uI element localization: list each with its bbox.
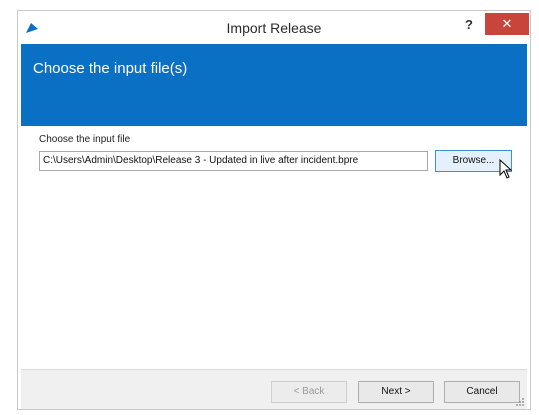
title-bar: Import Release ? ✕ [18, 11, 530, 43]
input-file-label: Choose the input file [39, 134, 131, 145]
close-button[interactable]: ✕ [485, 13, 529, 35]
next-button[interactable]: Next > [358, 381, 434, 403]
content-area: Choose the input file C:\Users\Admin\Des… [21, 126, 527, 369]
resize-grip-icon[interactable] [515, 397, 525, 407]
import-release-dialog: Import Release ? ✕ Choose the input file… [17, 10, 531, 410]
cancel-button[interactable]: Cancel [444, 381, 520, 403]
input-file-field[interactable]: C:\Users\Admin\Desktop\Release 3 - Updat… [39, 151, 428, 171]
back-button[interactable]: < Back [271, 381, 347, 403]
help-button[interactable]: ? [459, 15, 479, 35]
banner-title: Choose the input file(s) [33, 60, 188, 77]
mouse-pointer-icon [499, 159, 513, 179]
footer-bar: < Back Next > Cancel [21, 369, 527, 409]
window-title: Import Release [226, 20, 322, 36]
header-banner: Choose the input file(s) [21, 44, 527, 126]
